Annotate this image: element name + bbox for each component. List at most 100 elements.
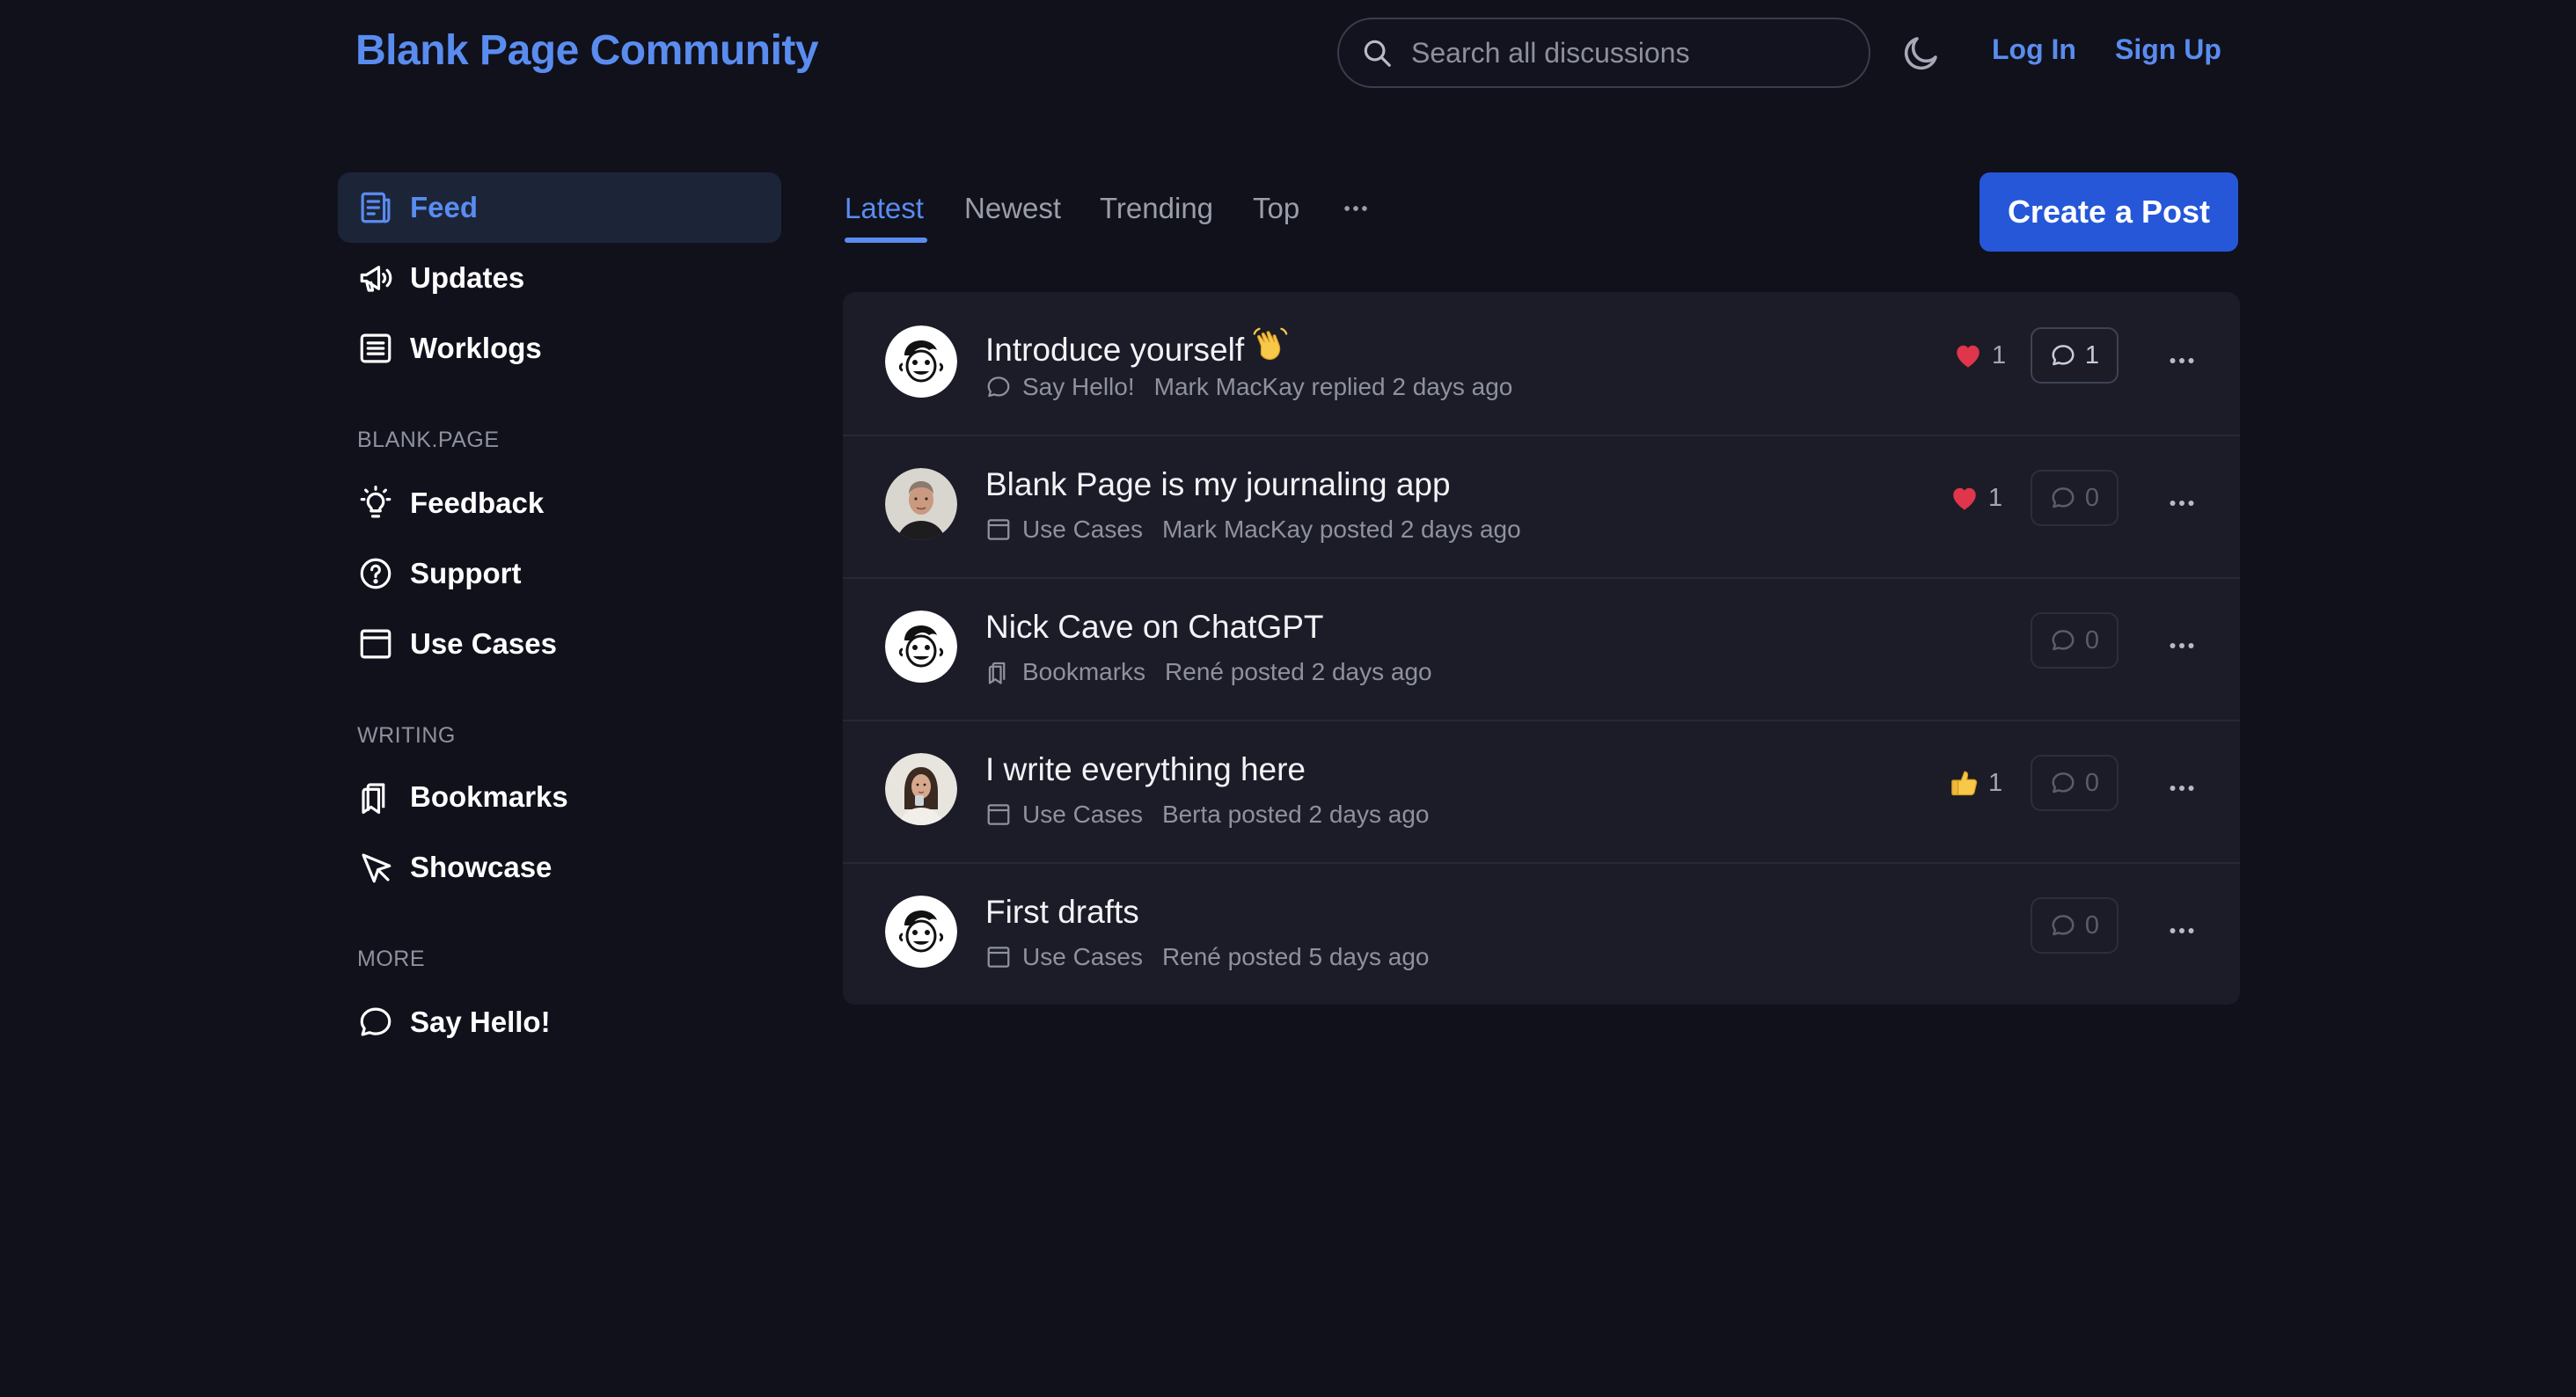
calendar-icon: [987, 519, 1010, 540]
post-title[interactable]: Blank Page is my journaling app: [985, 466, 1451, 503]
tab-newest[interactable]: Newest: [964, 192, 1061, 225]
post-row[interactable]: Nick Cave on ChatGPT Bookmarks René post…: [843, 577, 2240, 720]
reaction-count: 1: [1988, 768, 2003, 797]
post-list: Introduce yourself Say Hello! Mark MacKa…: [843, 292, 2240, 1005]
photo-avatar-woman-icon: [885, 753, 957, 825]
sidebar-item-label: Support: [410, 557, 522, 589]
sidebar-item-support[interactable]: Support: [338, 538, 781, 609]
sidebar-item-feed[interactable]: Feed: [338, 172, 781, 243]
sidebar-item-bookmarks[interactable]: Bookmarks: [338, 762, 781, 832]
create-post-button[interactable]: Create a Post: [1980, 172, 2238, 252]
avatar[interactable]: [885, 753, 957, 825]
tab-latest[interactable]: Latest: [845, 192, 924, 225]
post-activity: Berta posted 2 days ago: [1161, 801, 1430, 828]
avatar[interactable]: [885, 611, 957, 683]
comment-count-button[interactable]: 0: [2031, 612, 2119, 669]
megaphone-icon: [360, 266, 392, 292]
post-row[interactable]: First drafts Use Cases René posted 5 day…: [843, 862, 2240, 1005]
sidebar-item-showcase[interactable]: Showcase: [338, 832, 781, 903]
post-category[interactable]: Say Hello!: [1022, 373, 1135, 401]
sidebar-item-label: Updates: [410, 261, 525, 294]
post-row[interactable]: I write everything here Use Cases Berta …: [843, 720, 2240, 862]
comment-count: 0: [2084, 768, 2100, 797]
section-label-more: MORE: [357, 947, 425, 971]
section-label-blank-page: BLANK.PAGE: [357, 428, 500, 452]
cartoon-avatar-icon: [885, 611, 957, 683]
sidebar-item-label: Feedback: [410, 486, 545, 519]
sidebar-item-worklogs[interactable]: Worklogs: [338, 313, 781, 384]
post-title[interactable]: Introduce yourself: [985, 324, 1290, 372]
thumbs-up-icon: [1951, 771, 1978, 796]
sidebar-item-label: Say Hello!: [410, 1006, 551, 1038]
cursor-icon: [362, 853, 392, 883]
section-label-writing: WRITING: [357, 723, 456, 748]
page: Blank Page Community Log In Sign Up Feed…: [0, 0, 2576, 1397]
post-activity: Mark MacKay replied 2 days ago: [1153, 373, 1513, 400]
more-tabs-icon[interactable]: [1341, 194, 1371, 223]
search-input[interactable]: [1411, 36, 1833, 69]
calendar-icon: [987, 947, 1010, 968]
post-row[interactable]: Introduce yourself Say Hello! Mark MacKa…: [843, 292, 2240, 435]
tab-top[interactable]: Top: [1253, 192, 1299, 225]
reaction-count: 1: [1988, 483, 2003, 512]
post-category[interactable]: Bookmarks: [1022, 658, 1145, 686]
post-title[interactable]: Nick Cave on ChatGPT: [985, 609, 1324, 646]
sidebar-item-label: Worklogs: [410, 332, 542, 364]
active-tab-indicator: [845, 238, 927, 243]
post-meta: Use Cases René posted 5 days ago: [985, 943, 1430, 971]
more-options-icon[interactable]: [2166, 772, 2198, 804]
sidebar-item-say-hello[interactable]: Say Hello!: [338, 987, 781, 1057]
reaction-button[interactable]: 1: [1951, 340, 2006, 371]
reaction-button[interactable]: 1: [1948, 767, 2002, 799]
more-options-icon[interactable]: [2166, 630, 2198, 662]
post-title[interactable]: First drafts: [985, 894, 1139, 931]
tab-trending[interactable]: Trending: [1100, 192, 1213, 225]
comment-icon: [2052, 487, 2075, 508]
comment-count-button[interactable]: 0: [2031, 755, 2119, 811]
more-options-icon[interactable]: [2166, 487, 2198, 519]
post-category[interactable]: Use Cases: [1022, 943, 1143, 971]
feed-icon: [361, 192, 391, 223]
bookmark-icon: [988, 662, 1006, 684]
search-bar[interactable]: [1337, 18, 1870, 88]
comment-count: 0: [2084, 911, 2100, 940]
lightbulb-icon: [360, 486, 392, 518]
row-divider: [843, 862, 2240, 864]
moon-icon[interactable]: [1900, 32, 1943, 74]
post-activity: Mark MacKay posted 2 days ago: [1161, 516, 1521, 543]
comment-icon: [2052, 630, 2075, 651]
avatar[interactable]: [885, 325, 957, 398]
sidebar-item-feedback[interactable]: Feedback: [338, 468, 781, 538]
chat-bubble-icon: [987, 377, 1010, 398]
photo-avatar-man-icon: [885, 468, 957, 540]
sidebar-item-label: Bookmarks: [410, 780, 568, 813]
heart-icon: [1957, 345, 1980, 368]
comment-count-button[interactable]: 0: [2031, 470, 2119, 526]
brand-title[interactable]: Blank Page Community: [355, 26, 819, 75]
comment-count-button[interactable]: 1: [2031, 327, 2119, 384]
avatar[interactable]: [885, 468, 957, 540]
avatar[interactable]: [885, 896, 957, 968]
calendar-icon: [360, 629, 392, 659]
chat-bubble-icon: [360, 1007, 392, 1036]
reaction-button[interactable]: 1: [1948, 482, 2002, 514]
comment-count: 1: [2084, 340, 2100, 369]
post-title[interactable]: I write everything here: [985, 751, 1306, 788]
more-options-icon[interactable]: [2166, 915, 2198, 947]
sidebar-item-updates[interactable]: Updates: [338, 243, 781, 313]
waving-hand-icon: [1249, 324, 1290, 372]
login-link[interactable]: Log In: [1992, 33, 2076, 66]
post-category[interactable]: Use Cases: [1022, 801, 1143, 829]
post-row[interactable]: Blank Page is my journaling app Use Case…: [843, 435, 2240, 577]
post-category[interactable]: Use Cases: [1022, 516, 1143, 544]
post-activity: René posted 5 days ago: [1161, 943, 1430, 970]
bookmark-icon: [362, 783, 385, 815]
row-divider: [843, 720, 2240, 721]
signup-link[interactable]: Sign Up: [2115, 33, 2221, 66]
comment-count-button[interactable]: 0: [2031, 897, 2119, 954]
row-divider: [843, 435, 2240, 436]
more-options-icon[interactable]: [2166, 345, 2198, 377]
sidebar-item-label: Use Cases: [410, 627, 557, 660]
sidebar-item-use-cases[interactable]: Use Cases: [338, 609, 781, 679]
heart-icon: [1953, 487, 1976, 510]
